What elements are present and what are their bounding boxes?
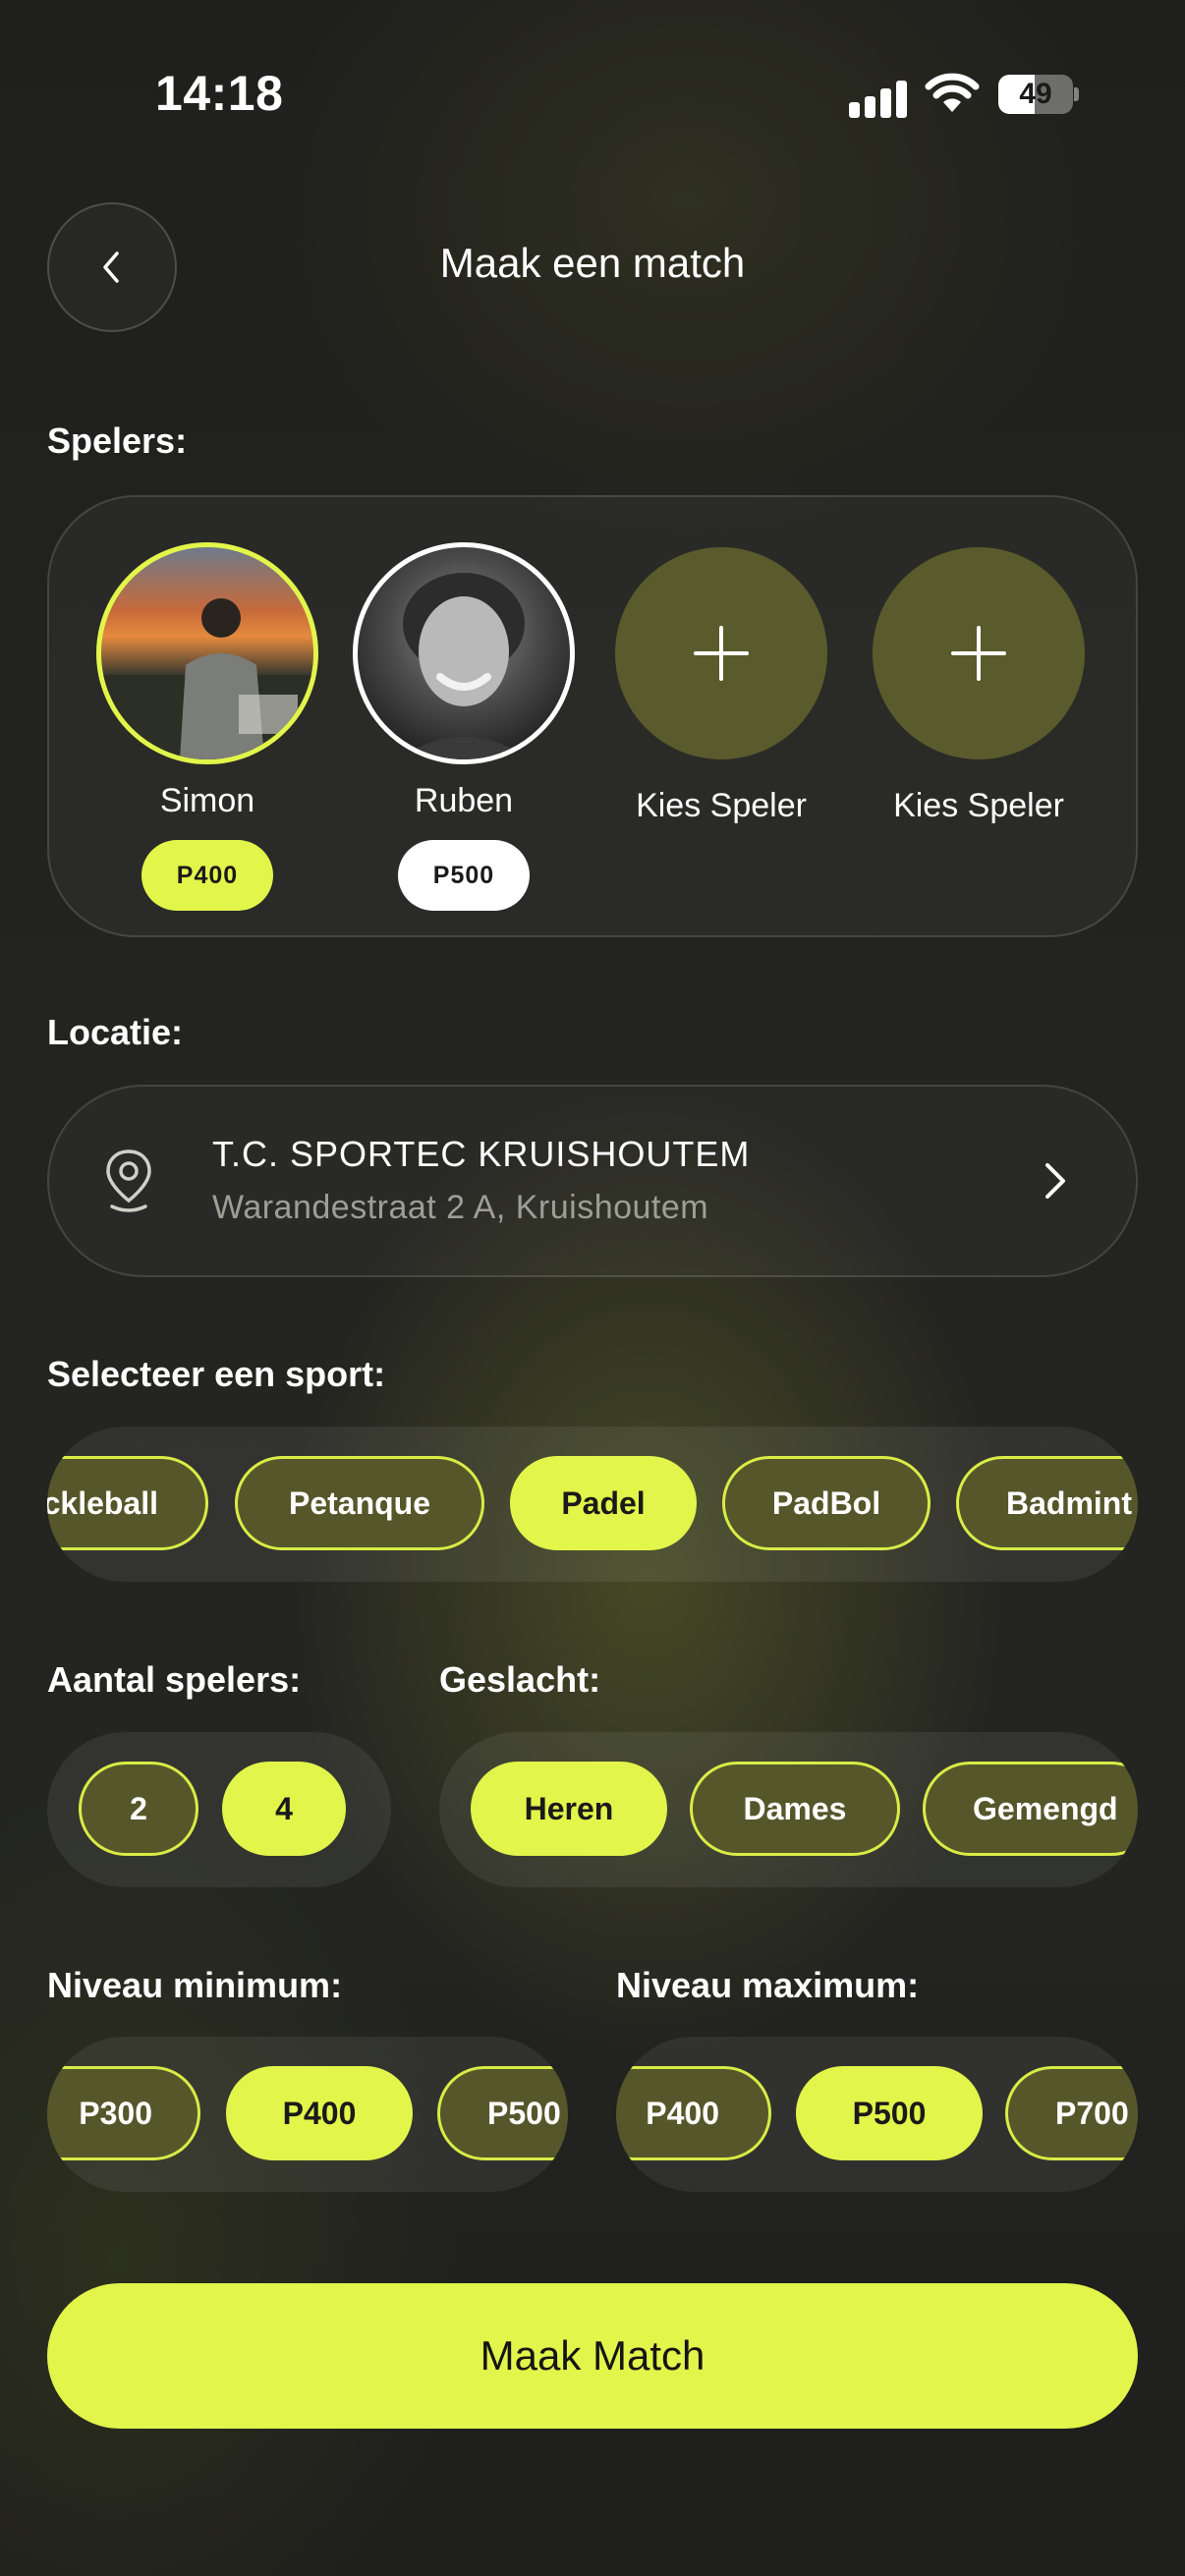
level-max-selector: P400 P500 P700 [616, 2037, 1138, 2192]
sport-label: Selecteer een sport: [47, 1354, 386, 1394]
player-count-selector: 2 4 [47, 1732, 391, 1887]
gender-chip-dames[interactable]: Dames [690, 1762, 900, 1856]
player-name: Ruben [414, 782, 514, 819]
level-min-chip-p500[interactable]: P500 [437, 2066, 568, 2160]
level-min-label: Niveau minimum: [47, 1965, 343, 2005]
sport-chip-padel[interactable]: Padel [510, 1456, 697, 1550]
location-selector[interactable] [47, 1085, 1138, 1277]
plus-icon [951, 626, 1006, 681]
location-label: Locatie: [47, 1012, 184, 1052]
cellular-signal-icon [849, 75, 908, 118]
location-name: T.C. SPORTEC KRUISHOUTEM [212, 1134, 751, 1174]
avatar[interactable] [96, 542, 318, 764]
battery-icon: 49 [998, 75, 1079, 114]
player-slot-simon[interactable]: Simon P400 [94, 542, 320, 911]
level-min-chip-p300[interactable]: P300 [47, 2066, 200, 2160]
sport-chip-petanque[interactable]: Petanque [235, 1456, 484, 1550]
sport-chip-badminton[interactable]: Badmint [956, 1456, 1138, 1550]
player-count-label: Aantal spelers: [47, 1659, 302, 1700]
level-badge: P500 [398, 840, 530, 911]
level-min-chip-p400[interactable]: P400 [226, 2066, 413, 2160]
player-name: Simon [159, 782, 255, 819]
add-player-button[interactable] [615, 547, 827, 759]
gender-selector: Heren Dames Gemengd [439, 1732, 1138, 1887]
page-title: Maak een match [439, 240, 746, 286]
player-count-chip-4[interactable]: 4 [222, 1762, 346, 1856]
gender-label: Geslacht: [439, 1659, 601, 1700]
chevron-right-icon [1040, 1159, 1071, 1207]
add-player-button[interactable] [873, 547, 1085, 759]
location-address: Warandestraat 2 A, Kruishoutem [212, 1189, 709, 1226]
player-count-chip-2[interactable]: 2 [79, 1762, 198, 1856]
player-name: Kies Speler [636, 787, 807, 824]
choose-player-slot-3[interactable]: Kies Speler [608, 542, 834, 825]
wifi-icon [924, 73, 981, 116]
battery-level: 49 [1019, 78, 1052, 110]
sport-selector: ckleball Petanque Padel PadBol Badmint [47, 1427, 1138, 1582]
level-badge: P400 [141, 840, 273, 911]
players-label: Spelers: [47, 420, 188, 461]
status-time: 14:18 [155, 66, 284, 121]
level-max-label: Niveau maximum: [616, 1965, 920, 2005]
player-name: Kies Speler [893, 787, 1064, 824]
level-min-selector: P300 P400 P500 [47, 2037, 568, 2192]
choose-player-slot-4[interactable]: Kies Speler [866, 542, 1092, 825]
level-max-chip-p400[interactable]: P400 [616, 2066, 771, 2160]
plus-icon [694, 626, 749, 681]
level-max-chip-p500[interactable]: P500 [796, 2066, 983, 2160]
gender-chip-gemengd[interactable]: Gemengd [923, 1762, 1138, 1856]
gender-chip-heren[interactable]: Heren [471, 1762, 667, 1856]
create-match-button[interactable]: Maak Match [47, 2283, 1138, 2429]
sport-chip-padbol[interactable]: PadBol [722, 1456, 931, 1550]
sport-chip-pickleball[interactable]: ckleball [47, 1456, 208, 1550]
map-pin-icon [102, 1148, 155, 1219]
player-slot-ruben[interactable]: Ruben P500 [351, 542, 577, 911]
level-max-chip-p700[interactable]: P700 [1005, 2066, 1138, 2160]
avatar[interactable] [353, 542, 575, 764]
